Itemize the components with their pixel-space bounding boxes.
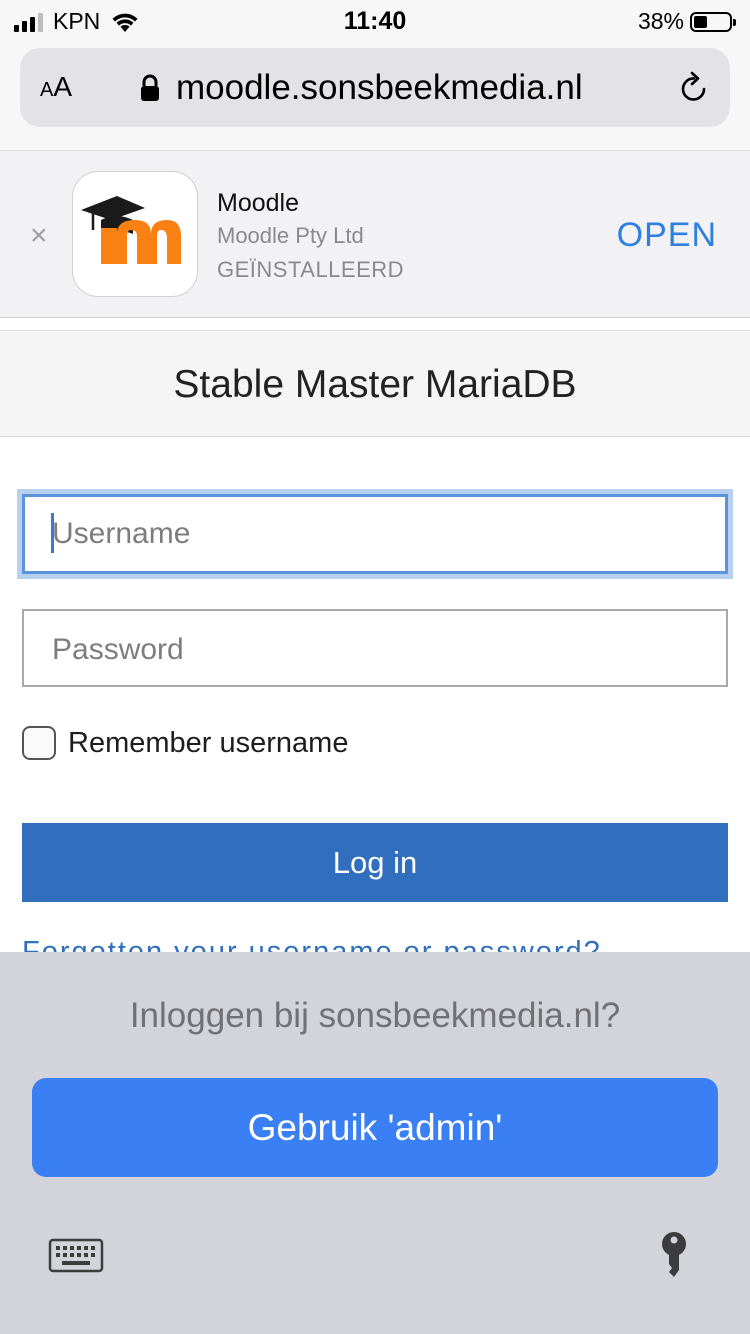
use-saved-login-button[interactable]: Gebruik 'admin'	[32, 1078, 718, 1177]
status-right: 38%	[637, 8, 736, 35]
close-icon[interactable]: ×	[30, 221, 48, 251]
battery-icon	[690, 11, 736, 32]
forgot-password-link[interactable]: Forgotten your username or password?	[22, 938, 728, 952]
text-size-button[interactable]: AA	[40, 71, 72, 103]
browser-toolbar: AA moodle.sonsbeekmedia.nl	[0, 42, 750, 150]
app-install-status: GEÏNSTALLEERD	[217, 257, 405, 282]
url-text: moodle.sonsbeekmedia.nl	[176, 68, 583, 107]
password-placeholder: Password	[52, 633, 184, 666]
address-bar[interactable]: AA moodle.sonsbeekmedia.nl	[20, 48, 730, 127]
remember-username-checkbox[interactable]	[22, 726, 56, 760]
battery-percent: 38%	[637, 8, 684, 34]
url-field[interactable]: moodle.sonsbeekmedia.nl	[140, 68, 620, 108]
username-input[interactable]: Username	[22, 494, 728, 574]
autofill-prompt: Inloggen bij sonsbeekmedia.nl?	[129, 996, 621, 1035]
login-button[interactable]: Log in	[22, 823, 728, 902]
app-vendor: Moodle Pty Ltd	[217, 223, 364, 248]
page-title: Stable Master MariaDB	[173, 363, 577, 406]
lock-icon	[141, 74, 159, 101]
site-header: Stable Master MariaDB	[0, 330, 750, 437]
app-banner: × Moodle Moodle Pty Ltd GEÏNSTALLEERD OP…	[0, 150, 750, 318]
key-icon[interactable]	[657, 1230, 691, 1280]
open-app-button[interactable]: OPEN	[617, 216, 717, 255]
keyboard-icon[interactable]	[48, 1238, 104, 1274]
password-autofill-panel: Inloggen bij sonsbeekmedia.nl? Gebruik '…	[0, 952, 750, 1334]
username-placeholder: Username	[52, 517, 191, 550]
moodle-app-icon	[72, 171, 198, 297]
forgot-password-text: Forgotten your username or password?	[22, 938, 728, 952]
remember-username-label[interactable]: Remember username	[68, 727, 348, 760]
status-bar: KPN 11:40 38%	[0, 0, 750, 42]
reload-icon[interactable]	[678, 70, 710, 104]
app-name: Moodle	[217, 189, 299, 217]
remember-username-row[interactable]: Remember username	[22, 726, 348, 760]
password-input[interactable]: Password	[22, 609, 728, 687]
moodle-logo	[81, 196, 181, 264]
